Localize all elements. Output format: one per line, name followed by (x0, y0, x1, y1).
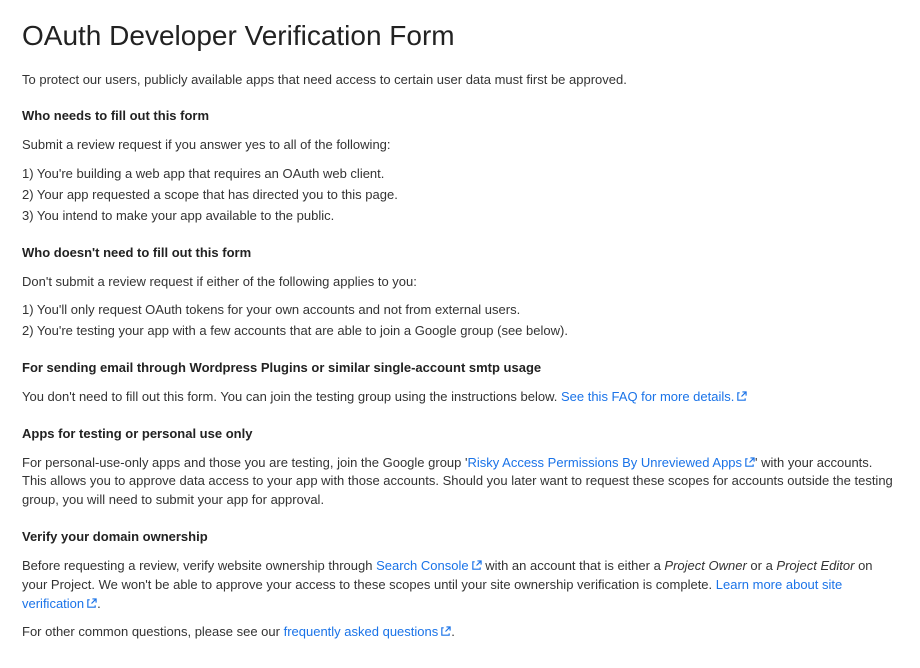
faq-text: For other common questions, please see o… (22, 623, 898, 642)
external-link-icon (744, 457, 755, 468)
wordpress-heading: For sending email through Wordpress Plug… (22, 359, 898, 378)
search-console-link[interactable]: Search Console (376, 558, 482, 573)
testing-heading: Apps for testing or personal use only (22, 425, 898, 444)
external-link-icon (86, 598, 97, 609)
external-link-icon (440, 626, 451, 637)
who-needs-item: 3) You intend to make your app available… (22, 207, 898, 226)
who-needs-item: 1) You're building a web app that requir… (22, 165, 898, 184)
external-link-icon (736, 391, 747, 402)
faq-details-link[interactable]: See this FAQ for more details. (561, 389, 747, 404)
verify-text: Before requesting a review, verify websi… (22, 557, 898, 614)
project-owner-em: Project Owner (664, 558, 746, 573)
who-needs-lead: Submit a review request if you answer ye… (22, 136, 898, 155)
risky-access-group-link[interactable]: Risky Access Permissions By Unreviewed A… (467, 455, 755, 470)
page-title: OAuth Developer Verification Form (22, 16, 898, 57)
who-needs-item: 2) Your app requested a scope that has d… (22, 186, 898, 205)
faq-link[interactable]: frequently asked questions (284, 624, 452, 639)
who-doesnt-item: 2) You're testing your app with a few ac… (22, 322, 898, 341)
project-editor-em: Project Editor (776, 558, 854, 573)
who-doesnt-lead: Don't submit a review request if either … (22, 273, 898, 292)
verify-heading: Verify your domain ownership (22, 528, 898, 547)
who-needs-heading: Who needs to fill out this form (22, 107, 898, 126)
intro-text: To protect our users, publicly available… (22, 71, 898, 90)
who-doesnt-heading: Who doesn't need to fill out this form (22, 244, 898, 263)
wordpress-text: You don't need to fill out this form. Yo… (22, 388, 898, 407)
testing-text: For personal-use-only apps and those you… (22, 454, 898, 511)
who-doesnt-item: 1) You'll only request OAuth tokens for … (22, 301, 898, 320)
